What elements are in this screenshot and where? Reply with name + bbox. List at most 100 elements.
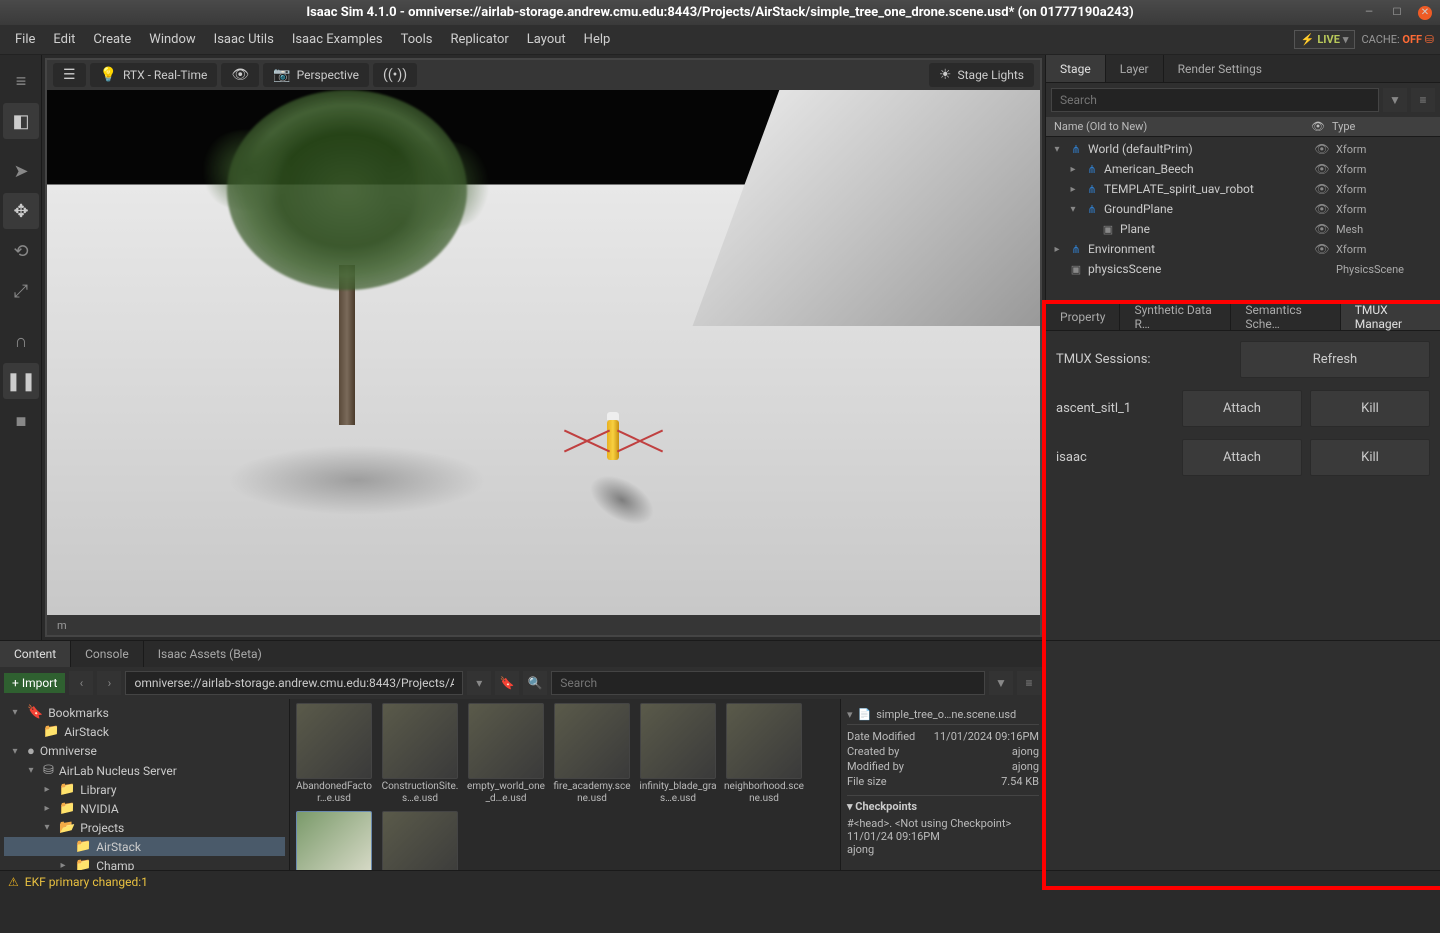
live-badge[interactable]: ⚡LIVE▾ xyxy=(1294,30,1356,49)
menu-icon[interactable]: ≡ xyxy=(1017,671,1041,695)
tab-layer[interactable]: Layer xyxy=(1105,55,1163,82)
select-tool-icon[interactable]: ➤ xyxy=(3,153,39,189)
tab-synthetic-data[interactable]: Synthetic Data R… xyxy=(1119,303,1230,330)
file-tree-row[interactable]: 📁AirStack xyxy=(4,722,285,741)
asset-thumbnail[interactable]: ConstructionSite.s…e.usd xyxy=(380,703,460,805)
chevron-down-icon[interactable]: ▾ xyxy=(847,800,853,813)
hamburger-icon[interactable]: ≡ xyxy=(3,63,39,99)
stage-header-name[interactable]: Name (Old to New) xyxy=(1054,120,1304,133)
visibility-button[interactable]: 👁 xyxy=(221,63,259,87)
visibility-toggle[interactable]: 👁 xyxy=(1308,222,1336,236)
menu-tools[interactable]: Tools xyxy=(392,28,442,51)
attach-button[interactable]: Attach xyxy=(1182,439,1302,476)
stage-row[interactable]: ▾⋔World (defaultPrim)👁Xform xyxy=(1046,139,1440,159)
twisty-icon[interactable]: ▾ xyxy=(40,822,54,833)
nav-forward-button[interactable]: › xyxy=(97,671,121,695)
tab-tmux-manager[interactable]: TMUX Manager xyxy=(1340,303,1440,330)
twisty-icon[interactable]: ▸ xyxy=(1050,244,1064,255)
file-tree-row[interactable]: ▾🔖Bookmarks xyxy=(4,703,285,722)
asset-thumbnail[interactable]: simple_tree_one_dr…e.usd xyxy=(294,811,374,870)
scale-tool-icon[interactable]: ⤢ xyxy=(3,273,39,309)
content-search-input[interactable] xyxy=(551,671,985,695)
twisty-icon[interactable]: ▸ xyxy=(40,803,54,814)
twisty-icon[interactable]: ▾ xyxy=(1066,204,1080,215)
kill-button[interactable]: Kill xyxy=(1310,439,1430,476)
file-tree-row[interactable]: ▾⛁AirLab Nucleus Server xyxy=(4,761,285,780)
stage-row[interactable]: ▣physicsScenePhysicsScene xyxy=(1046,259,1440,279)
broadcast-button[interactable]: ((•)) xyxy=(373,63,417,87)
tab-console[interactable]: Console xyxy=(70,641,143,667)
bookmark-icon[interactable]: 🔖 xyxy=(495,671,519,695)
cube-icon[interactable]: ◧ xyxy=(3,103,39,139)
move-tool-icon[interactable]: ✥ xyxy=(3,193,39,229)
stage-row[interactable]: ▣Plane👁Mesh xyxy=(1046,219,1440,239)
viewport-3d[interactable] xyxy=(47,90,1040,615)
file-tree-row[interactable]: ▸📁Champ xyxy=(4,856,285,870)
maximize-icon[interactable]: ☐ xyxy=(1390,6,1404,20)
viewport-settings-button[interactable]: ☰ xyxy=(53,63,86,87)
rotate-tool-icon[interactable]: ⟲ xyxy=(3,233,39,269)
minimize-icon[interactable]: — xyxy=(1362,6,1376,20)
pause-icon[interactable]: ❚❚ xyxy=(3,363,39,399)
render-mode-dropdown[interactable]: 💡RTX - Real-Time xyxy=(90,63,218,87)
menu-help[interactable]: Help xyxy=(575,28,620,51)
menu-isaac-utils[interactable]: Isaac Utils xyxy=(205,28,283,51)
chevron-down-icon[interactable]: ▾ xyxy=(847,708,853,721)
visibility-toggle[interactable]: 👁 xyxy=(1308,202,1336,216)
nav-back-button[interactable]: ‹ xyxy=(69,671,93,695)
menu-window[interactable]: Window xyxy=(140,28,204,51)
stage-search-input[interactable] xyxy=(1051,88,1379,112)
chevron-down-icon[interactable]: ▾ xyxy=(467,671,491,695)
tab-property[interactable]: Property xyxy=(1046,303,1119,330)
stage-row[interactable]: ▾⋔GroundPlane👁Xform xyxy=(1046,199,1440,219)
stop-icon[interactable]: ■ xyxy=(3,403,39,439)
file-tree-row[interactable]: ▾📂Projects xyxy=(4,818,285,837)
search-icon[interactable]: 🔍 xyxy=(523,671,547,695)
filter-icon[interactable]: ▼ xyxy=(989,671,1013,695)
close-icon[interactable]: ✕ xyxy=(1418,6,1432,20)
menu-create[interactable]: Create xyxy=(84,28,140,51)
twisty-icon[interactable]: ▾ xyxy=(8,746,22,757)
checkpoint-entry[interactable]: #<head>. <Not using Checkpoint> xyxy=(847,817,1039,830)
refresh-button[interactable]: Refresh xyxy=(1240,341,1430,378)
twisty-icon[interactable]: ▸ xyxy=(1066,184,1080,195)
asset-thumbnail[interactable]: AbandonedFactor…e.usd xyxy=(294,703,374,805)
menu-isaac-examples[interactable]: Isaac Examples xyxy=(283,28,392,51)
stage-row[interactable]: ▸⋔Environment👁Xform xyxy=(1046,239,1440,259)
stage-row[interactable]: ▸⋔American_Beech👁Xform xyxy=(1046,159,1440,179)
attach-button[interactable]: Attach xyxy=(1182,390,1302,427)
snap-tool-icon[interactable]: ∩ xyxy=(3,323,39,359)
file-tree-row[interactable]: ▾●Omniverse xyxy=(4,741,285,761)
camera-dropdown[interactable]: 📷Perspective xyxy=(263,63,369,87)
asset-thumbnail[interactable]: fire_academy.scene.usd xyxy=(552,703,632,805)
twisty-icon[interactable]: ▾ xyxy=(24,765,38,776)
asset-thumbnail[interactable]: infinity_blade_gras…e.usd xyxy=(638,703,718,805)
stage-row[interactable]: ▸⋔TEMPLATE_spirit_uav_robot👁Xform xyxy=(1046,179,1440,199)
twisty-icon[interactable]: ▸ xyxy=(1066,164,1080,175)
tab-semantics[interactable]: Semantics Sche… xyxy=(1230,303,1339,330)
tab-stage[interactable]: Stage xyxy=(1046,55,1105,82)
menu-replicator[interactable]: Replicator xyxy=(441,28,517,51)
asset-thumbnail[interactable]: empty_world_one_d…e.usd xyxy=(466,703,546,805)
file-tree-row[interactable]: ▸📁NVIDIA xyxy=(4,799,285,818)
twisty-icon[interactable]: ▸ xyxy=(40,784,54,795)
menu-layout[interactable]: Layout xyxy=(518,28,575,51)
visibility-toggle[interactable]: 👁 xyxy=(1308,182,1336,196)
file-tree-row[interactable]: 📁AirStack xyxy=(4,837,285,856)
menu-edit[interactable]: Edit xyxy=(44,28,84,51)
visibility-toggle[interactable]: 👁 xyxy=(1308,142,1336,156)
kill-button[interactable]: Kill xyxy=(1310,390,1430,427)
stage-lights-dropdown[interactable]: ☀Stage Lights xyxy=(929,63,1034,87)
twisty-icon[interactable]: ▾ xyxy=(8,707,22,718)
tab-content[interactable]: Content xyxy=(0,641,70,667)
import-button[interactable]: +Import xyxy=(4,673,65,693)
cache-status[interactable]: CACHE: OFF ⛁ xyxy=(1361,33,1434,46)
options-icon[interactable]: ≡ xyxy=(1411,88,1435,112)
tab-render-settings[interactable]: Render Settings xyxy=(1163,55,1276,82)
asset-thumbnail[interactable]: neighborhood.scene.usd xyxy=(724,703,804,805)
asset-thumbnail[interactable]: UrbanUndergroun…e.usd xyxy=(380,811,460,870)
menu-file[interactable]: File xyxy=(6,28,44,51)
path-input[interactable] xyxy=(125,671,463,695)
file-tree-row[interactable]: ▸📁Library xyxy=(4,780,285,799)
tab-isaac-assets[interactable]: Isaac Assets (Beta) xyxy=(143,641,276,667)
